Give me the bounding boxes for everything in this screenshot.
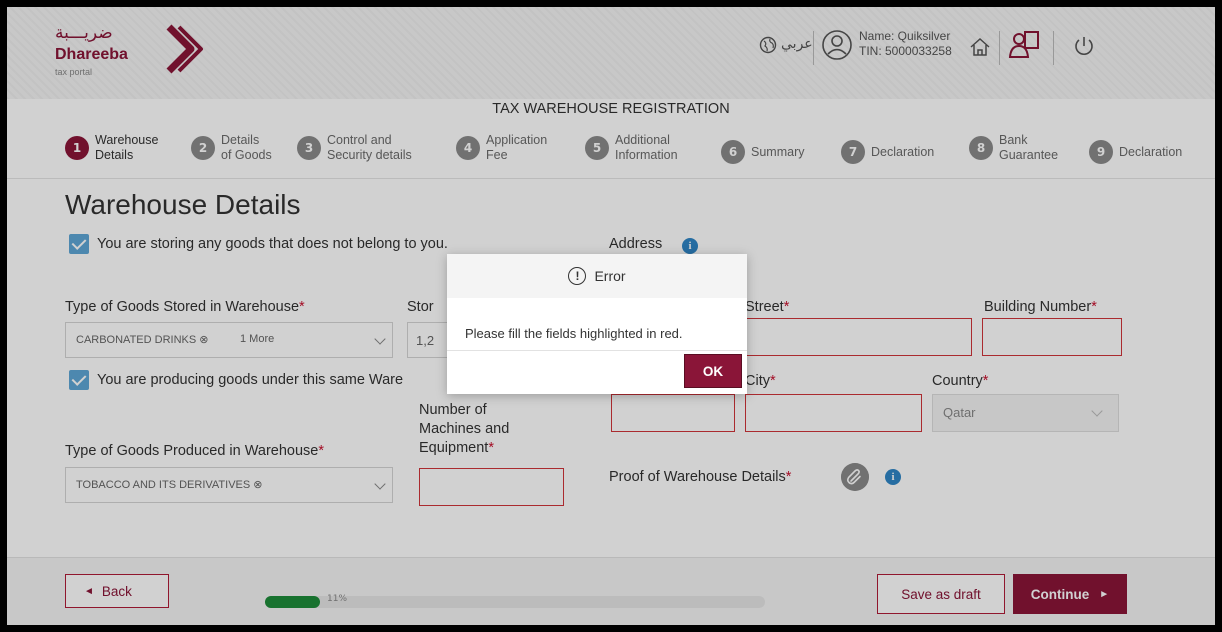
ok-button[interactable]: OK <box>684 354 742 388</box>
error-dialog-title: Error <box>594 268 626 284</box>
error-dialog: ! Error Please fill the fields highlight… <box>447 254 747 394</box>
app-frame: ضريـــبة Dhareeba tax portal عربي Name: … <box>7 7 1215 625</box>
divider <box>447 350 747 351</box>
exclamation-icon: ! <box>568 267 587 285</box>
error-dialog-header: ! Error <box>447 254 747 298</box>
error-dialog-message: Please fill the fields highlighted in re… <box>465 326 683 341</box>
